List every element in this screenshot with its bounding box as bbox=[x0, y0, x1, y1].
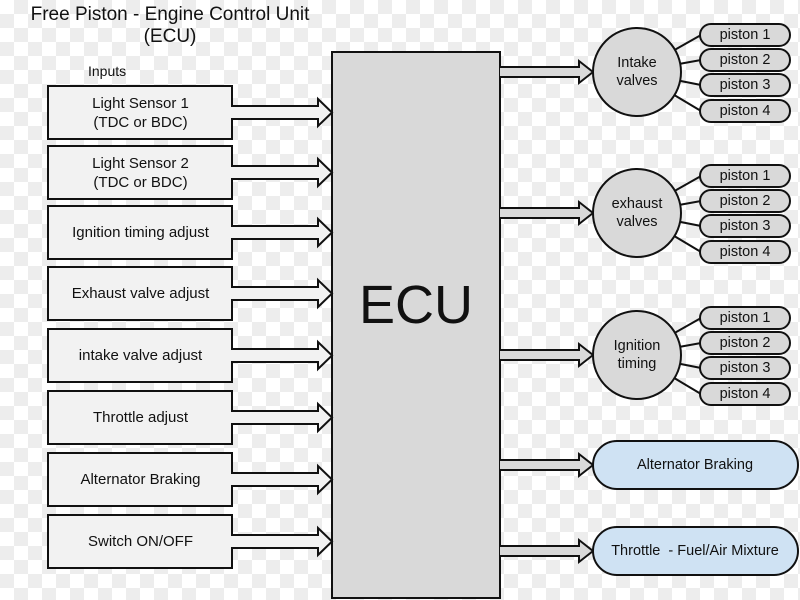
diagram-title: Free Piston - Engine Control Unit (ECU) bbox=[0, 4, 340, 48]
ecu-label: ECU bbox=[358, 275, 473, 335]
output-arrow-4 bbox=[500, 451, 595, 479]
connector-line bbox=[673, 94, 702, 112]
input-label-2: Light Sensor 2 (TDC or BDC) bbox=[92, 154, 189, 191]
piston-label: piston 3 bbox=[719, 360, 771, 376]
connector-line bbox=[679, 220, 702, 227]
piston-label: piston 3 bbox=[719, 218, 771, 234]
output-pill-label-1: Alternator Braking bbox=[636, 457, 754, 473]
connector-line bbox=[680, 200, 702, 206]
piston-label: piston 4 bbox=[719, 244, 771, 260]
connector-line bbox=[673, 235, 702, 253]
title-line-1: Free Piston - Engine Control Unit bbox=[30, 4, 310, 25]
title-line-2: (ECU) bbox=[143, 26, 197, 47]
input-label-4: Exhaust valve adjust bbox=[71, 285, 210, 302]
piston-label: piston 1 bbox=[719, 168, 771, 184]
connector-line bbox=[679, 362, 702, 369]
piston-label: piston 2 bbox=[719, 193, 771, 209]
input-label-1: Light Sensor 1 (TDC or BDC) bbox=[92, 94, 189, 131]
piston-label: piston 2 bbox=[719, 52, 771, 68]
piston-label: piston 4 bbox=[719, 386, 771, 402]
connector-line bbox=[673, 377, 702, 395]
connector-line bbox=[674, 34, 702, 51]
inputs-heading: Inputs bbox=[88, 63, 127, 79]
input-label-7: Alternator Braking bbox=[80, 471, 201, 488]
connector-line bbox=[674, 175, 702, 192]
input-label-6: Throttle adjust bbox=[92, 409, 189, 426]
input-label-5: intake valve adjust bbox=[78, 347, 203, 364]
output-node-label-2: exhaust valves bbox=[611, 196, 663, 230]
connector-line bbox=[674, 317, 702, 334]
output-arrow-1 bbox=[500, 58, 595, 86]
piston-label: piston 2 bbox=[719, 335, 771, 351]
connector-line bbox=[680, 342, 702, 348]
piston-label: piston 1 bbox=[719, 310, 771, 326]
output-node-label-3: Ignition timing bbox=[613, 338, 661, 372]
output-pill-label-2: Throttle - Fuel/Air Mixture bbox=[611, 543, 779, 559]
output-arrow-2 bbox=[500, 199, 595, 227]
output-node-label-1: Intake valves bbox=[616, 55, 658, 89]
output-arrow-5 bbox=[500, 537, 595, 565]
input-label-8: Switch ON/OFF bbox=[87, 533, 193, 550]
connector-line bbox=[680, 59, 702, 65]
piston-label: piston 3 bbox=[719, 77, 771, 93]
output-arrow-3 bbox=[500, 341, 595, 369]
input-label-3: Ignition timing adjust bbox=[72, 224, 209, 241]
piston-label: piston 4 bbox=[719, 103, 771, 119]
connector-line bbox=[679, 79, 702, 86]
piston-label: piston 1 bbox=[719, 27, 771, 43]
